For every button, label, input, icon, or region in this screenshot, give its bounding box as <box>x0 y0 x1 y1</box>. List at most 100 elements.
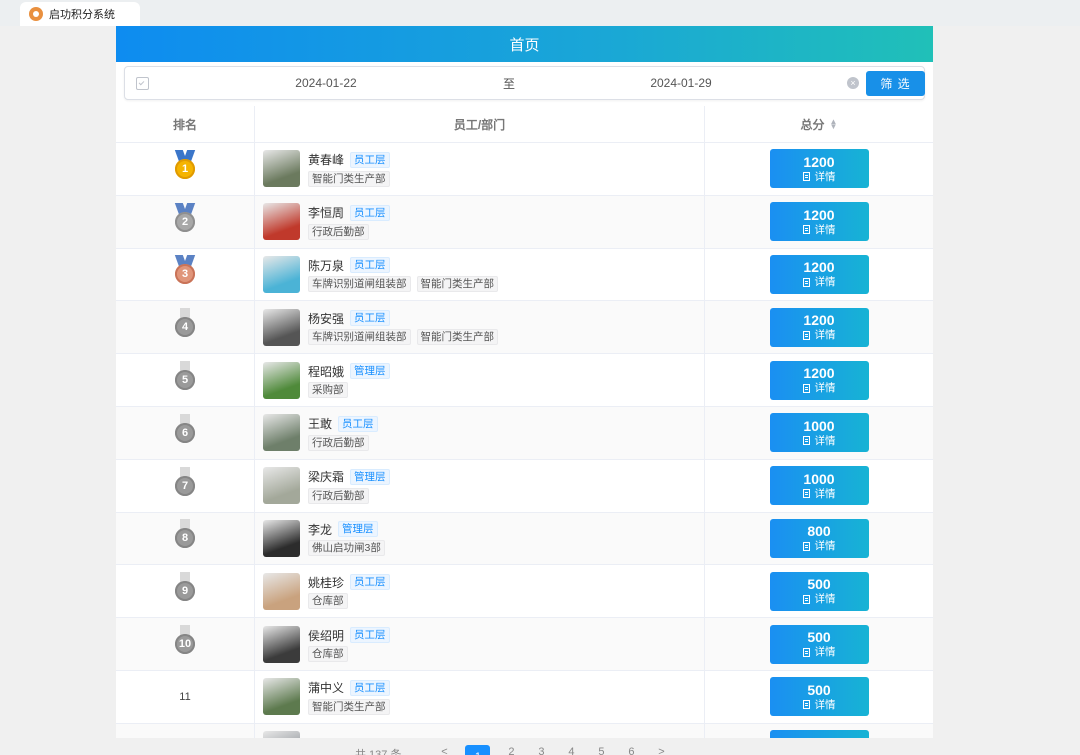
rank-cell: 3 <box>116 248 255 301</box>
browser-tab-strip: 启功积分系统 <box>0 0 1080 26</box>
employee-name-line: 程昭娥 管理层 <box>308 362 390 380</box>
employee-name-line: 李龙 管理层 <box>308 520 391 538</box>
table-row: 1 黄春峰 员工层 智能门类生产部 1200 详情 <box>116 143 933 196</box>
department-tags: 仓库部 <box>308 593 390 610</box>
score-detail-button[interactable]: 1200 详情 <box>769 202 869 242</box>
role-tag: 管理层 <box>350 363 390 380</box>
rank-cell: 9 <box>116 565 255 618</box>
score-detail-button[interactable]: 1200 详情 <box>769 307 869 347</box>
employee-name: 陈万泉 <box>308 258 345 273</box>
table-row: 11 蒲中义 员工层 智能门类生产部 500 详情 <box>116 670 933 724</box>
role-tag: 员工层 <box>350 151 390 168</box>
score-detail-button[interactable]: 1000 详情 <box>769 466 869 506</box>
table-row: 8 李龙 管理层 佛山启功闸3部 800 详情 <box>116 512 933 566</box>
pagination-page-active[interactable]: 1 <box>465 745 491 755</box>
document-icon <box>802 330 810 340</box>
pagination-page[interactable]: 3 <box>526 746 556 755</box>
score-value: 500 <box>807 681 831 698</box>
role-tag: 管理层 <box>350 468 390 485</box>
main-panel: 首页 2024-01-22 至 2024-01-29 × 筛 选 排名 员工/部… <box>116 26 933 738</box>
pagination-page[interactable]: 5 <box>586 746 616 755</box>
pagination-next[interactable]: > <box>646 746 676 755</box>
detail-label: 详情 <box>814 223 836 236</box>
detail-label: 详情 <box>814 540 836 553</box>
medal-icon: 5 <box>174 361 196 399</box>
sort-icon[interactable]: ▲ ▼ <box>830 118 838 131</box>
clear-icon[interactable]: × <box>847 77 860 89</box>
column-header-rank: 排名 <box>116 106 255 142</box>
score-detail-button[interactable]: 1200 详情 <box>769 149 869 189</box>
detail-label: 详情 <box>814 329 836 342</box>
table-row: 6 王敢 员工层 行政后勤部 1000 详情 <box>116 406 933 460</box>
employee-name: 蒲中义 <box>308 681 345 696</box>
pagination-page-active-label: 1 <box>465 745 490 755</box>
role-tag: 员工层 <box>350 679 390 696</box>
medal-icon: 7 <box>174 466 196 505</box>
rank-cell: 10 <box>116 618 255 670</box>
employee-cell: 李龙 管理层 佛山启功闸3部 <box>255 512 705 565</box>
employee-name-line: 黄春峰 员工层 <box>308 151 396 169</box>
employee-name: 姚桂珍 <box>308 575 345 590</box>
end-date-input[interactable]: 2024-01-29 <box>515 76 847 90</box>
department-tags: 智能门类生产部 <box>308 698 396 715</box>
employee-info: 王敢 员工层 行政后勤部 <box>308 415 378 451</box>
detail-link: 详情 <box>802 170 836 184</box>
medal-icon: 1 <box>174 150 196 188</box>
date-range-picker[interactable]: 2024-01-22 至 2024-01-29 × <box>124 66 925 100</box>
score-detail-button[interactable]: 500详情 <box>769 677 869 717</box>
rank-cell: 4 <box>116 301 255 354</box>
score-detail-button[interactable]: 1000 详情 <box>769 413 869 453</box>
rank-cell <box>116 723 255 738</box>
ranking-table-body: 1 黄春峰 员工层 智能门类生产部 1200 详情 2 李恒周 员工层 行政后勤部 1200 详情 3 陈… <box>116 143 933 738</box>
score-detail-button[interactable]: 500详情 <box>769 571 869 611</box>
filter-button-label: 筛 选 <box>880 77 911 91</box>
score-detail-button[interactable]: 500详情 <box>769 730 869 738</box>
employee-cell: 程昭娥 管理层 采购部 <box>255 354 705 406</box>
score-value: 1000 <box>803 417 835 434</box>
start-date-input[interactable]: 2024-01-22 <box>149 76 503 90</box>
detail-label: 详情 <box>814 593 836 606</box>
department-tag: 车牌识别道闸组装部 <box>308 276 411 293</box>
department-tags: 行政后勤部 <box>308 434 378 451</box>
browser-tab-title: 启功积分系统 <box>49 9 115 21</box>
avatar <box>263 150 300 188</box>
medal-icon: 3 <box>174 255 196 293</box>
employee-info: 陈万泉 员工层 车牌识别道闸组装部 智能门类生产部 <box>308 256 504 293</box>
employee-info: 李龙 管理层 佛山启功闸3部 <box>308 520 391 557</box>
employee-info: 蒲中义 员工层智能门类生产部 <box>308 679 396 715</box>
pagination-page[interactable]: 4 <box>556 746 586 755</box>
column-header-score-label: 总分 <box>800 117 825 132</box>
department-tags: 仓库部 <box>308 646 390 663</box>
page-header: 首页 <box>116 26 933 62</box>
role-tag: 员工层 <box>350 627 390 644</box>
medal-icon: 6 <box>174 413 196 452</box>
avatar <box>263 203 300 241</box>
score-detail-button[interactable]: 1200 详情 <box>769 360 869 400</box>
avatar <box>263 678 300 716</box>
filter-button[interactable]: 筛 选 <box>866 71 925 96</box>
pagination-page[interactable]: 6 <box>616 746 646 755</box>
department-tag: 行政后勤部 <box>308 223 369 240</box>
pagination-prev[interactable]: < <box>429 746 459 755</box>
pagination-page[interactable]: 2 <box>496 746 526 755</box>
rank-cell: 7 <box>116 459 255 512</box>
score-cell: 1000 详情 <box>705 407 933 459</box>
score-detail-button[interactable]: 1200 详情 <box>769 254 869 294</box>
rank-number: 9 <box>175 581 195 602</box>
document-icon <box>802 225 810 235</box>
employee-name: 黄春峰 <box>308 153 345 168</box>
employee-info: 李恒周 员工层 行政后勤部 <box>308 204 390 240</box>
rank-number: 8 <box>175 528 195 549</box>
column-header-score[interactable]: 总分 ▲ ▼ <box>705 106 933 142</box>
employee-name-line: 姚桂珍 员工层 <box>308 573 390 591</box>
employee-name-line: 梁庆霜 管理层 <box>308 468 390 486</box>
score-detail-button[interactable]: 800 详情 <box>769 518 869 558</box>
browser-tab[interactable]: 启功积分系统 <box>20 2 140 26</box>
score-value: 800 <box>807 523 831 540</box>
score-detail-button[interactable]: 500详情 <box>769 624 869 664</box>
score-value: 1200 <box>803 153 835 170</box>
column-header-employee: 员工/部门 <box>255 106 705 142</box>
document-icon <box>802 383 810 393</box>
employee-cell: 王敢 员工层 行政后勤部 <box>255 406 705 459</box>
score-cell: 1200 详情 <box>705 354 933 406</box>
